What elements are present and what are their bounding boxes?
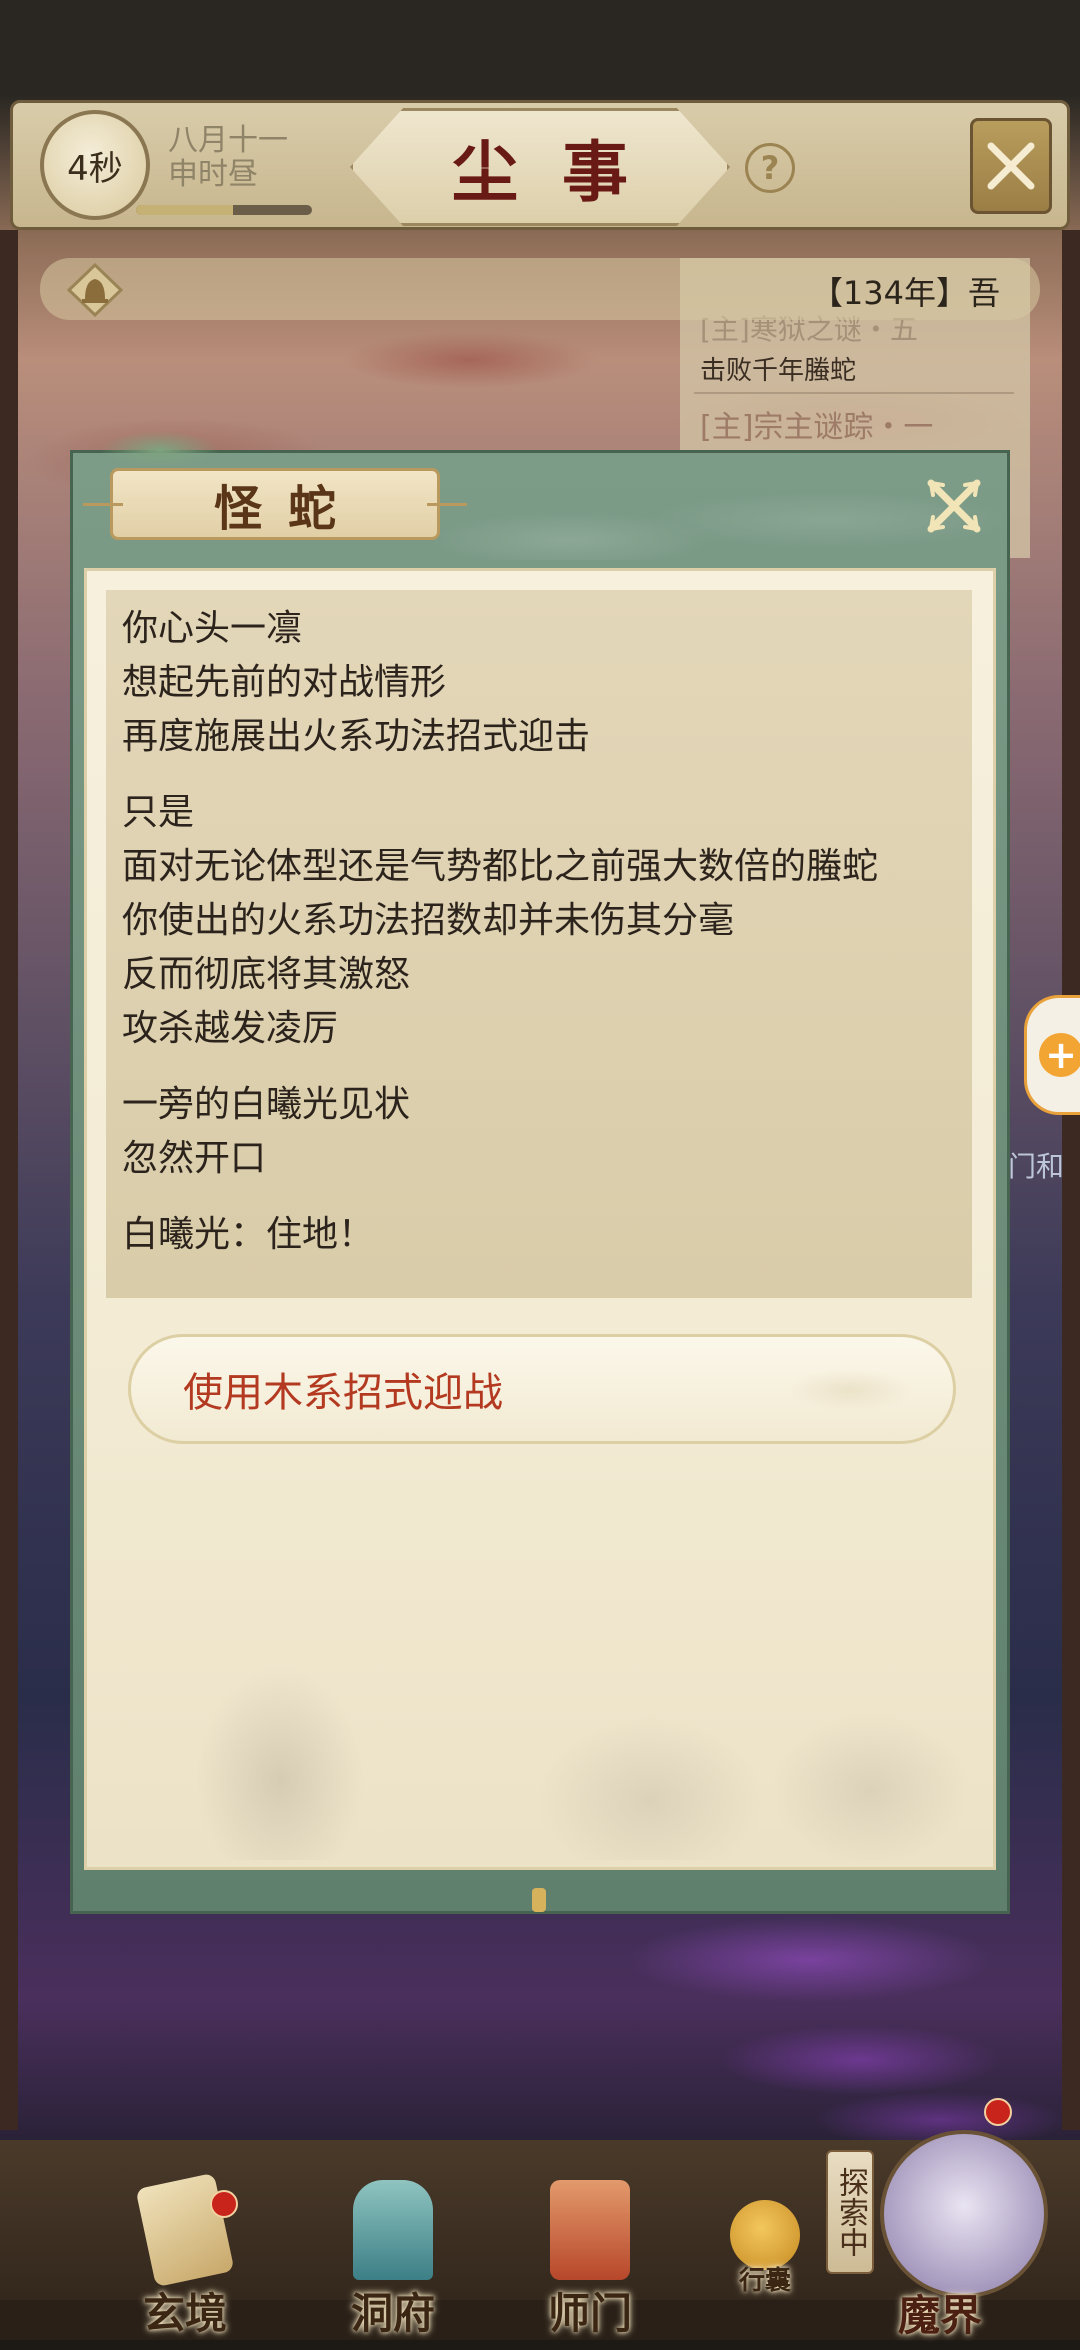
story-paragraph: 只是 面对无论体型还是气势都比之前强大数倍的螣蛇 你使出的火系功法招数却并未伤其… [122, 786, 956, 1056]
nav-xingnang[interactable]: 行囊 [700, 2200, 830, 2350]
nav-dongfu[interactable]: 洞府 [328, 2180, 458, 2338]
ink-mountain-deco [90, 1560, 990, 1860]
story-line: 只是 [122, 792, 195, 833]
story-paragraph: 白曦光：住地！ [122, 1208, 956, 1262]
plate-pin-left [83, 503, 123, 506]
story-paragraph: 你心头一凛 想起先前的对战情形 再度施展出火系功法招式迎击 [122, 602, 956, 764]
nav-mojie[interactable]: 魔界 [875, 2182, 1005, 2340]
nav-shimen[interactable]: 师门 [525, 2180, 655, 2338]
close-icon [987, 142, 1035, 190]
game-date: 八月十一 申时昼 [168, 124, 328, 192]
time-progress-fill [136, 205, 233, 215]
nav-label: 师门 [547, 2289, 632, 2338]
left-frame-edge [0, 230, 18, 2130]
story-line: 攻杀越发凌厉 [122, 1008, 339, 1049]
nav-xuanjing[interactable]: 玄境 [120, 2172, 250, 2338]
tassel-knot [532, 1888, 546, 1912]
page-title: 尘事 [452, 133, 672, 211]
story-line: 你使出的火系功法招数却并未伤其分毫 [122, 900, 735, 941]
story-line: 一旁的白曦光见状 [122, 1084, 411, 1125]
story-line: 忽然开口 [122, 1138, 267, 1179]
story-line: 再度施展出火系功法招式迎击 [122, 716, 591, 757]
right-frame-edge [1062, 230, 1080, 2130]
notification-dot [210, 2190, 238, 2218]
story-line: 白曦光：住地！ [122, 1214, 375, 1255]
hill-decoration [80, 415, 240, 465]
banner-icon [550, 2180, 630, 2280]
nav-label: 魔界 [897, 2291, 982, 2340]
dialog-title-plate: 怪蛇 [83, 468, 467, 540]
story-text: 你心头一凛 想起先前的对战情形 再度施展出火系功法招式迎击 只是 面对无论体型还… [106, 590, 972, 1296]
plus-icon: + [1039, 1033, 1080, 1077]
title-plate: 尘事 [350, 108, 730, 226]
bell-icon[interactable] [62, 262, 128, 318]
time-progress-bar [136, 205, 312, 215]
quest-divider [694, 392, 1014, 394]
dialog-title: 怪蛇 [213, 481, 362, 537]
plate-pin-right [427, 503, 467, 506]
close-icon [927, 479, 981, 533]
date-time: 申时昼 [168, 157, 258, 192]
notification-dot [984, 2098, 1012, 2126]
pavilion-icon [353, 2180, 433, 2280]
cloud-pattern-deco [760, 1350, 940, 1430]
dialog-close-button[interactable] [920, 472, 988, 540]
side-partial-text: 门和 [1008, 1150, 1065, 1183]
nav-label: 洞府 [350, 2289, 435, 2338]
timer-badge: 4秒 [40, 110, 150, 220]
story-text-box[interactable]: 你心头一凛 想起先前的对战情形 再度施展出火系功法招式迎击 只是 面对无论体型还… [106, 590, 972, 1298]
story-line: 反而彻底将其激怒 [122, 954, 411, 995]
help-button[interactable]: ? [745, 143, 795, 193]
notice-text[interactable]: 【134年】吾 [620, 268, 1000, 314]
nav-label: 行囊 [738, 2266, 791, 2296]
story-paragraph: 一旁的白曦光见状 忽然开口 [122, 1078, 956, 1186]
story-line: 面对无论体型还是气势都比之前强大数倍的螣蛇 [122, 846, 879, 887]
exploring-tag: 探索中 [826, 2150, 874, 2274]
story-line: 你心头一凛 [122, 608, 303, 649]
quest-item-2[interactable]: [主]宗主谜踪・一 [700, 402, 933, 446]
header-close-button[interactable] [970, 118, 1052, 214]
quest-item-1-desc: 击败千年螣蛇 [700, 356, 857, 386]
date-day: 八月十一 [168, 123, 288, 158]
story-line: 想起先前的对战情形 [122, 662, 447, 703]
side-plus-button[interactable]: + [1024, 995, 1080, 1115]
nav-label: 玄境 [142, 2289, 227, 2338]
